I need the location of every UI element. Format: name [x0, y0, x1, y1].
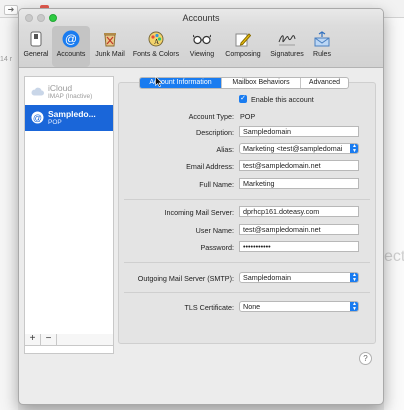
svg-text:@: @ [33, 113, 42, 123]
divider [124, 262, 370, 263]
background-app-right [384, 18, 404, 410]
tls-certificate-label: TLS Certificate: [184, 303, 234, 312]
toolbar-accounts[interactable]: @ Accounts [52, 26, 90, 67]
toolbar-rules[interactable]: Rules [311, 26, 333, 67]
account-list-item[interactable]: iCloud IMAP (Inactive) [25, 79, 113, 105]
toolbar-label: General [23, 51, 49, 58]
divider [124, 199, 370, 200]
toolbar-general[interactable]: General [21, 26, 51, 67]
chevron-updown-icon: ▲ ▼ [350, 302, 358, 311]
cloud-icon [31, 85, 44, 98]
background-text: ect [384, 248, 404, 265]
add-account-button[interactable]: + [25, 334, 41, 345]
at-sign-icon: @ [31, 111, 44, 124]
at-sign-icon: @ [62, 30, 80, 48]
alias-value: Marketing <test@sampledomai [243, 144, 343, 153]
svg-text:A: A [154, 38, 159, 46]
user-name-field[interactable]: test@sampledomain.net [239, 224, 359, 235]
signature-icon [278, 30, 296, 48]
toolbar-label: Composing [225, 51, 261, 58]
tab-advanced[interactable]: Advanced [301, 78, 348, 88]
enable-account-checkbox[interactable]: ✓ [239, 95, 247, 103]
toolbar-viewing[interactable]: Viewing [185, 26, 219, 67]
incoming-server-label: Incoming Mail Server: [164, 208, 234, 217]
toolbar-junk-mail[interactable]: Junk Mail [91, 26, 129, 67]
remove-account-button[interactable]: − [41, 334, 57, 345]
divider [124, 292, 370, 293]
background-text: 14 r [0, 56, 13, 63]
password-field[interactable]: ••••••••••• [239, 241, 359, 252]
user-name-label: User Name: [195, 226, 234, 235]
tls-certificate-value: None [243, 302, 261, 311]
full-name-field[interactable]: Marketing [239, 178, 359, 189]
accounts-list: iCloud IMAP (Inactive) @ Sampledo... POP [24, 76, 114, 354]
toolbar-label: Fonts & Colors [132, 51, 180, 58]
password-label: Password: [200, 243, 234, 252]
account-type: IMAP (Inactive) [48, 93, 93, 100]
tls-certificate-popup[interactable]: None ▲ ▼ [239, 301, 359, 312]
account-name: Sampledo... [48, 109, 96, 119]
rules-envelope-icon [313, 30, 331, 48]
incoming-server-field[interactable]: dprhcp161.doteasy.com [239, 206, 359, 217]
account-list-item[interactable]: @ Sampledo... POP [25, 105, 113, 131]
alias-label: Alias: [216, 145, 234, 154]
account-name: iCloud [48, 83, 73, 93]
toolbar-label: Signatures [270, 51, 304, 58]
chevron-updown-icon: ▲ ▼ [350, 144, 358, 153]
smtp-value: Sampledomain [243, 273, 291, 282]
toolbar-composing[interactable]: Composing [221, 26, 265, 67]
back-arrow-icon: ➜ [4, 5, 18, 15]
preferences-toolbar: General @ Accounts Junk Mail A Fonts & C… [19, 26, 383, 68]
toolbar-signatures[interactable]: Signatures [266, 26, 308, 67]
account-type-value: POP [240, 112, 256, 121]
description-field[interactable]: Sampledomain [239, 126, 359, 137]
email-field[interactable]: test@sampledomain.net [239, 160, 359, 171]
full-name-label: Full Name: [199, 180, 234, 189]
title-bar: Accounts [19, 9, 383, 26]
toolbar-label: Junk Mail [95, 51, 125, 58]
glasses-icon [193, 30, 211, 48]
account-type: POP [48, 119, 62, 126]
trash-icon [101, 30, 119, 48]
help-button[interactable]: ? [359, 352, 372, 365]
window-title: Accounts [182, 13, 220, 23]
account-type-label: Account Type: [188, 112, 234, 121]
alias-popup[interactable]: Marketing <test@sampledomai ▲ ▼ [239, 143, 359, 154]
palette-icon: A [147, 30, 165, 48]
toolbar-label: Accounts [56, 51, 86, 58]
background-app-left [0, 18, 18, 410]
account-tabs: Account Information Mailbox Behaviors Ad… [139, 77, 349, 89]
svg-text:@: @ [65, 32, 77, 46]
toolbar-fonts-colors[interactable]: A Fonts & Colors [131, 26, 181, 67]
tab-mailbox-behaviors[interactable]: Mailbox Behaviors [222, 78, 301, 88]
email-label: Email Address: [186, 162, 234, 171]
smtp-label: Outgoing Mail Server (SMTP): [137, 274, 234, 283]
account-list-buttons: + − [24, 334, 114, 346]
description-label: Description: [196, 128, 234, 137]
mouse-cursor-icon [155, 76, 163, 87]
enable-account-label: Enable this account [251, 95, 314, 104]
toolbar-label: Rules [313, 51, 331, 58]
tab-account-information[interactable]: Account Information [140, 78, 222, 88]
toolbar-label: Viewing [189, 51, 215, 58]
chevron-updown-icon: ▲ ▼ [350, 273, 358, 282]
smtp-popup[interactable]: Sampledomain ▲ ▼ [239, 272, 359, 283]
pencil-icon [234, 30, 252, 48]
general-switch-icon [27, 30, 45, 48]
